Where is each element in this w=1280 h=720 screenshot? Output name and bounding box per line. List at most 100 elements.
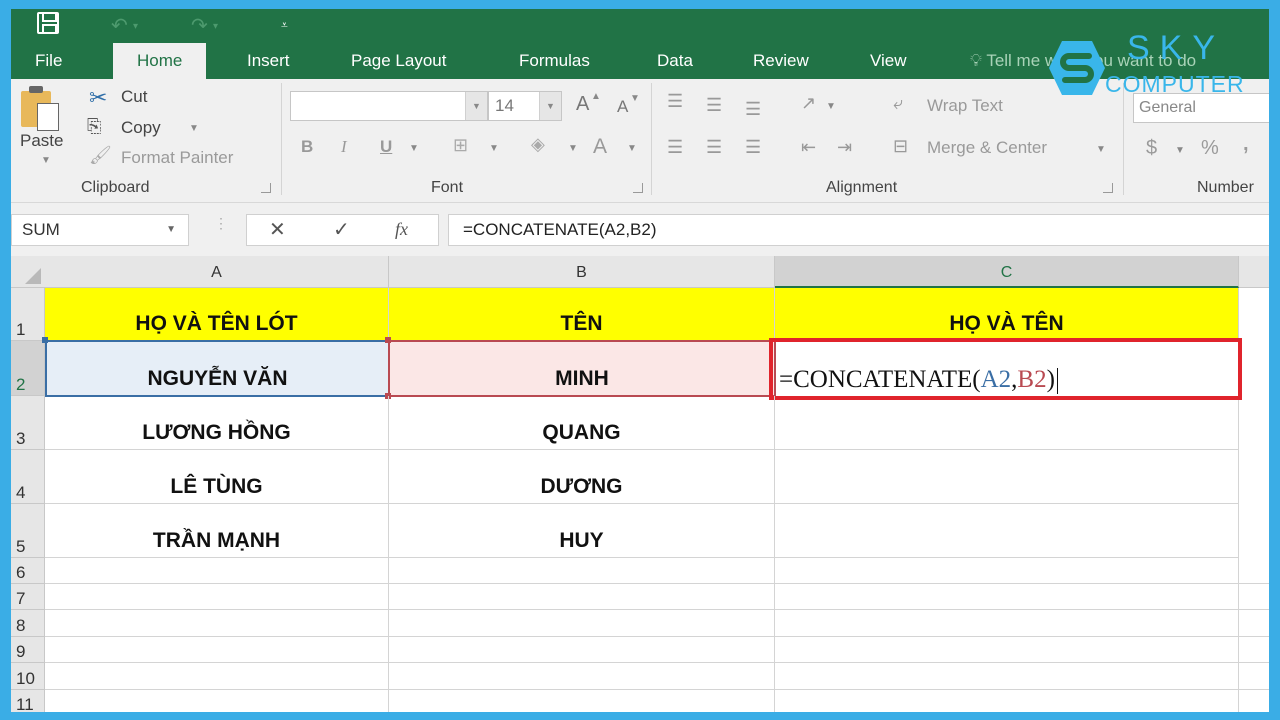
row-header-3[interactable]: 3 — [11, 396, 45, 450]
cell-b4[interactable]: DƯƠNG — [389, 450, 775, 504]
wrap-text-label: Wrap Text — [927, 96, 1003, 115]
formula-suffix: ) — [1046, 366, 1055, 393]
row-header-1[interactable]: 1 — [11, 288, 45, 341]
undo-icon[interactable]: ↶ — [111, 13, 128, 38]
shrink-font-icon: ▼ — [630, 93, 640, 104]
column-header-c[interactable]: C — [775, 256, 1239, 288]
column-header-row: A B C — [11, 256, 1269, 288]
currency-dropdown-icon[interactable]: ▼ — [1175, 145, 1185, 156]
font-color-button[interactable]: A — [593, 135, 607, 159]
row-header-2[interactable]: 2 — [11, 341, 45, 396]
cell-b5[interactable]: HUY — [389, 504, 775, 558]
undo-dropdown-icon[interactable]: ▾ — [133, 21, 138, 32]
row-header-11[interactable]: 11 — [11, 690, 45, 712]
shrink-font-button[interactable]: A — [617, 97, 628, 117]
insert-function-icon[interactable]: fx — [395, 219, 408, 240]
tab-home[interactable]: Home — [113, 43, 207, 79]
formula-ref-b2: B2 — [1017, 366, 1047, 393]
decrease-indent-icon[interactable]: ⇤ — [801, 137, 816, 158]
paste-button[interactable]: Paste ▼ — [11, 79, 81, 169]
cell-a1[interactable]: HỌ VÀ TÊN LÓT — [45, 288, 389, 341]
bold-button[interactable]: B — [301, 137, 313, 157]
enter-icon[interactable]: ✓ — [333, 217, 350, 242]
row-header-4[interactable]: 4 — [11, 450, 45, 504]
row-gridline — [45, 689, 1269, 690]
font-size-select[interactable]: 14 ▼ — [488, 91, 562, 121]
ref-a-handle[interactable] — [42, 337, 48, 343]
select-all-button[interactable] — [11, 256, 45, 288]
percent-button[interactable]: % — [1201, 137, 1219, 160]
font-launcher-icon[interactable] — [633, 183, 643, 193]
tab-data[interactable]: Data — [653, 43, 697, 79]
row-header-7[interactable]: 7 — [11, 584, 45, 610]
orientation-dropdown-icon[interactable]: ▼ — [826, 101, 836, 112]
alignment-launcher-icon[interactable] — [1103, 183, 1113, 193]
column-header-b[interactable]: B — [389, 256, 775, 288]
empty-cells-area[interactable] — [45, 558, 1269, 712]
increase-indent-icon[interactable]: ⇥ — [837, 137, 852, 158]
font-size-dropdown-icon[interactable]: ▼ — [539, 92, 561, 120]
paste-dropdown-icon: ▼ — [41, 155, 51, 166]
redo-dropdown-icon[interactable]: ▾ — [213, 21, 218, 32]
fill-color-icon[interactable]: ◈ — [531, 134, 545, 155]
column-header-a[interactable]: A — [45, 256, 389, 288]
cell-a3[interactable]: LƯƠNG HỒNG — [45, 396, 389, 450]
borders-icon[interactable]: ⊞ — [453, 135, 468, 156]
tell-me-search[interactable]: 💡︎ Tell me what you want to do — [966, 43, 1200, 79]
cell-c4[interactable] — [775, 450, 1239, 504]
number-format-select[interactable]: General — [1133, 93, 1269, 123]
name-box[interactable]: SUM ▼ — [11, 214, 189, 246]
cell-b2[interactable]: MINH — [388, 340, 776, 397]
align-top-icon[interactable]: ☰ — [667, 91, 683, 112]
formula-bar-grip-icon[interactable]: ⋮ — [214, 216, 228, 230]
font-color-dropdown-icon[interactable]: ▼ — [627, 143, 637, 154]
tab-page-layout[interactable]: Page Layout — [347, 43, 450, 79]
cell-c5[interactable] — [775, 504, 1239, 558]
cell-b1[interactable]: TÊN — [389, 288, 775, 341]
tab-review[interactable]: Review — [749, 43, 813, 79]
clipboard-launcher-icon[interactable] — [261, 183, 271, 193]
grow-font-button[interactable]: A — [576, 93, 589, 116]
orientation-icon[interactable]: ↗ — [801, 93, 816, 114]
italic-button[interactable]: I — [341, 137, 347, 157]
align-right-icon[interactable]: ☰ — [745, 137, 761, 158]
comma-style-button[interactable]: , — [1243, 133, 1249, 156]
customize-qat-icon[interactable]: ⩡ — [281, 18, 288, 33]
tab-file[interactable]: File — [31, 43, 66, 79]
scissors-icon: ✂ — [89, 85, 108, 110]
align-center-icon[interactable]: ☰ — [706, 137, 722, 158]
cell-b3[interactable]: QUANG — [389, 396, 775, 450]
currency-button[interactable]: $ — [1146, 137, 1157, 160]
tab-formulas[interactable]: Formulas — [515, 43, 594, 79]
cell-a2[interactable]: NGUYỄN VĂN — [45, 340, 390, 397]
group-separator — [651, 83, 652, 195]
ref-b-handle[interactable] — [385, 337, 391, 343]
name-box-dropdown-icon[interactable]: ▼ — [166, 215, 176, 245]
row-header-6[interactable]: 6 — [11, 558, 45, 584]
cell-c2-editing[interactable]: =CONCATENATE(A2, B2) — [769, 338, 1242, 400]
cell-c3[interactable] — [775, 400, 1239, 450]
cell-a5[interactable]: TRẦN MẠNH — [45, 504, 389, 558]
cell-c1[interactable]: HỌ VÀ TÊN — [775, 288, 1239, 341]
row-header-10[interactable]: 10 — [11, 663, 45, 690]
save-icon[interactable] — [37, 12, 59, 34]
merge-center-dropdown-icon: ▼ — [1096, 144, 1106, 155]
borders-dropdown-icon[interactable]: ▼ — [489, 143, 499, 154]
underline-button[interactable]: U — [380, 137, 392, 157]
redo-icon[interactable]: ↷ — [191, 13, 208, 38]
cell-a4[interactable]: LÊ TÙNG — [45, 450, 389, 504]
align-left-icon[interactable]: ☰ — [667, 137, 683, 158]
underline-dropdown-icon[interactable]: ▼ — [409, 143, 419, 154]
formula-input[interactable]: =CONCATENATE(A2,B2) — [448, 214, 1269, 246]
align-middle-icon[interactable]: ☰ — [706, 95, 722, 116]
font-name-select[interactable]: ▼ — [290, 91, 488, 121]
tab-view[interactable]: View — [866, 43, 911, 79]
fill-color-dropdown-icon[interactable]: ▼ — [568, 143, 578, 154]
font-name-dropdown-icon[interactable]: ▼ — [465, 92, 487, 120]
tab-insert[interactable]: Insert — [243, 43, 294, 79]
row-header-9[interactable]: 9 — [11, 637, 45, 663]
row-header-8[interactable]: 8 — [11, 610, 45, 637]
cancel-icon[interactable]: ✕ — [269, 217, 286, 242]
align-bottom-icon[interactable]: ☰ — [745, 99, 761, 120]
row-header-5[interactable]: 5 — [11, 504, 45, 558]
